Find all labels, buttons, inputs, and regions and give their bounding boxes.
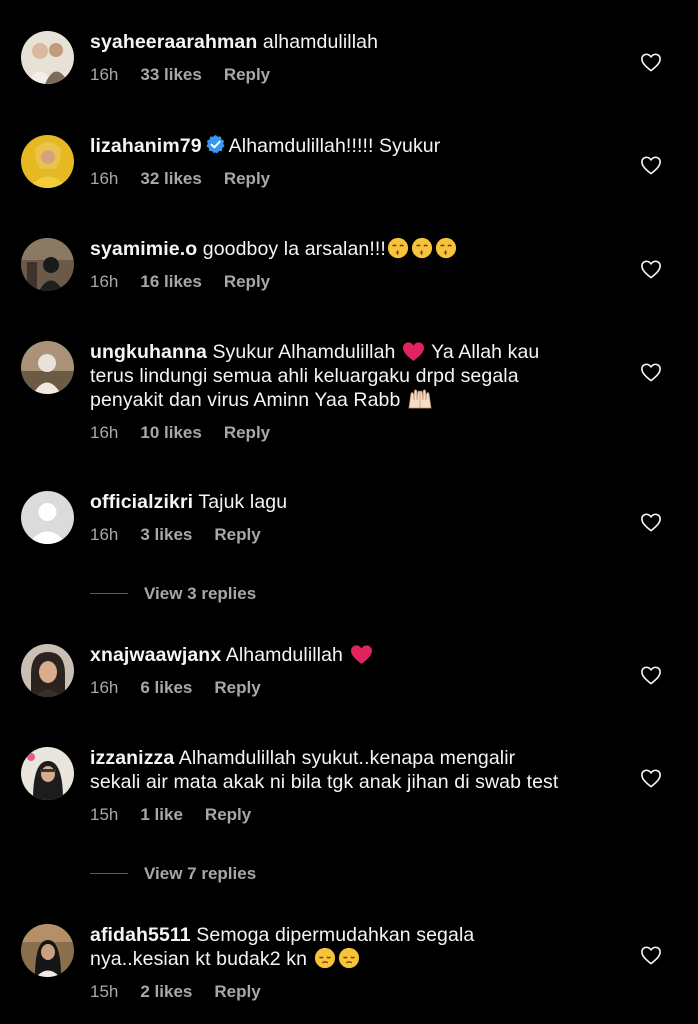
comment-body: Alhamdulillah syukut..kenapa mengalir — [178, 747, 516, 769]
comment-body: alhamdulillah — [262, 31, 379, 53]
view-replies-label: View 3 replies — [144, 584, 257, 603]
pensive-face-emoji — [338, 947, 359, 969]
red-heart-emoji — [403, 342, 424, 362]
reply-button[interactable]: Reply — [205, 805, 251, 824]
reply-button[interactable]: Reply — [214, 678, 260, 697]
likes-count[interactable]: 6 likes — [140, 678, 192, 697]
kissing-face-emoji — [387, 237, 409, 259]
timestamp: 16h — [90, 525, 119, 544]
divider-line — [90, 593, 128, 594]
reply-button[interactable]: Reply — [214, 982, 260, 1001]
avatar[interactable] — [21, 491, 74, 544]
likes-count[interactable]: 1 like — [140, 805, 183, 824]
comment-meta: 16h 10 likes Reply — [90, 423, 292, 443]
comment-body: Alhamdulillah — [225, 644, 343, 666]
avatar[interactable] — [21, 238, 74, 291]
comment-body: nya..kesian kt budak2 kn — [90, 948, 308, 970]
red-heart-emoji — [350, 645, 372, 665]
username[interactable]: izzanizza — [90, 747, 174, 769]
view-replies-button[interactable]: View 7 replies — [90, 864, 256, 884]
timestamp: 16h — [90, 272, 119, 291]
heart-outline-icon[interactable] — [640, 665, 662, 685]
username[interactable]: syaheeraarahman — [90, 31, 257, 53]
username[interactable]: xnajwaawjanx — [90, 644, 221, 666]
reply-button[interactable]: Reply — [214, 525, 260, 544]
comment-meta: 15h 2 likes Reply — [90, 982, 283, 1002]
likes-count[interactable]: 10 likes — [140, 423, 201, 442]
kissing-face-emoji — [435, 237, 457, 259]
comment-meta: 16h 6 likes Reply — [90, 678, 283, 698]
heart-outline-icon[interactable] — [640, 155, 662, 175]
comment-text: syaheeraarahman alhamdulillah — [90, 30, 610, 54]
comment-meta: 16h 16 likes Reply — [90, 272, 292, 292]
comment-meta: 15h 1 like Reply — [90, 805, 273, 825]
timestamp: 16h — [90, 169, 119, 188]
comment-text: lizahanim79 Alhamdulillah!!!!! Syukur — [90, 134, 610, 158]
comment-body: sekali air mata akak ni bila tgk anak ji… — [90, 771, 559, 793]
comment-text: ungkuhanna Syukur Alhamdulillah Ya Allah… — [90, 340, 610, 412]
comment-text: afidah5511 Semoga dipermudahkan segala ny… — [90, 923, 610, 971]
reply-button[interactable]: Reply — [224, 272, 270, 291]
heart-outline-icon[interactable] — [640, 52, 662, 72]
comment-body: Alhamdulillah!!!!! Syukur — [228, 135, 441, 157]
reply-button[interactable]: Reply — [224, 423, 270, 442]
username[interactable]: ungkuhanna — [90, 341, 207, 363]
comment-text: officialzikri Tajuk lagu — [90, 490, 610, 514]
likes-count[interactable]: 16 likes — [140, 272, 201, 291]
avatar[interactable] — [21, 341, 74, 394]
timestamp: 15h — [90, 805, 119, 824]
comment-meta: 16h 3 likes Reply — [90, 525, 283, 545]
username[interactable]: officialzikri — [90, 491, 193, 513]
timestamp: 15h — [90, 982, 119, 1001]
praying-hands-emoji — [408, 389, 432, 409]
timestamp: 16h — [90, 65, 119, 84]
comment-body: Tajuk lagu — [198, 491, 288, 513]
avatar[interactable] — [21, 924, 74, 977]
comment-meta: 16h 33 likes Reply — [90, 65, 292, 85]
username[interactable]: lizahanim79 — [90, 135, 202, 157]
pensive-face-emoji — [314, 947, 335, 969]
comment-text: syamimie.o goodboy la arsalan!!! — [90, 237, 610, 261]
likes-count[interactable]: 33 likes — [140, 65, 201, 84]
likes-count[interactable]: 32 likes — [140, 169, 201, 188]
heart-outline-icon[interactable] — [640, 768, 662, 788]
comment-text: izzanizza Alhamdulillah syukut..kenapa m… — [90, 746, 610, 794]
likes-count[interactable]: 3 likes — [140, 525, 192, 544]
reply-button[interactable]: Reply — [224, 65, 270, 84]
kissing-face-emoji — [411, 237, 433, 259]
timestamp: 16h — [90, 423, 119, 442]
comment-body: Semoga dipermudahkan segala — [196, 924, 475, 946]
avatar[interactable] — [21, 135, 74, 188]
comment-body: terus lindungi semua ahli keluargaku drp… — [90, 365, 519, 387]
comment-text: xnajwaawjanx Alhamdulillah — [90, 643, 610, 667]
view-replies-label: View 7 replies — [144, 864, 257, 883]
avatar[interactable] — [21, 644, 74, 697]
heart-outline-icon[interactable] — [640, 259, 662, 279]
verified-badge-icon — [206, 134, 225, 154]
comment-body: penyakit dan virus Aminn Yaa Rabb — [90, 389, 401, 411]
heart-outline-icon[interactable] — [640, 512, 662, 532]
heart-outline-icon[interactable] — [640, 362, 662, 382]
comment-body: Ya Allah kau — [431, 341, 540, 363]
reply-button[interactable]: Reply — [224, 169, 270, 188]
view-replies-button[interactable]: View 3 replies — [90, 584, 256, 604]
avatar[interactable] — [21, 31, 74, 84]
comment-body: goodboy la arsalan!!! — [202, 238, 386, 260]
username[interactable]: syamimie.o — [90, 238, 197, 260]
timestamp: 16h — [90, 678, 119, 697]
comment-meta: 16h 32 likes Reply — [90, 169, 292, 189]
likes-count[interactable]: 2 likes — [140, 982, 192, 1001]
comment-body: Syukur Alhamdulillah — [212, 341, 396, 363]
divider-line — [90, 873, 128, 874]
username[interactable]: afidah5511 — [90, 924, 191, 946]
avatar[interactable] — [21, 747, 74, 800]
heart-outline-icon[interactable] — [640, 945, 662, 965]
